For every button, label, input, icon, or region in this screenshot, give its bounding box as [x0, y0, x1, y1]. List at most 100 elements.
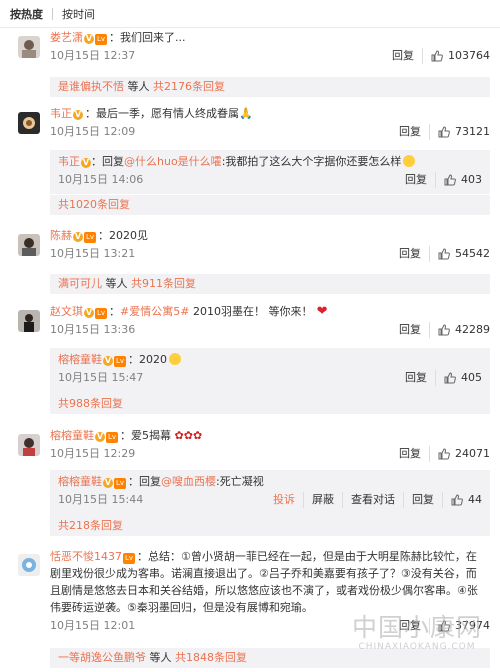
more-replies-link[interactable]: 是谁偏执不悟 等人 共2176条回复	[50, 77, 490, 97]
user-name[interactable]: 榕榕童鞋	[50, 429, 94, 442]
sort-bar: 按热度 按时间	[0, 0, 500, 28]
like-count: 44	[468, 493, 482, 506]
reply-button[interactable]: 回复	[391, 446, 429, 462]
verified-icon: V	[103, 478, 113, 488]
user-name[interactable]: 恬恶不悛1437	[50, 550, 122, 563]
verified-icon: V	[81, 158, 91, 168]
reply-time: 10月15日 15:47	[58, 371, 144, 384]
sort-time-tab[interactable]: 按时间	[62, 6, 104, 22]
verified-icon: V	[103, 356, 113, 366]
sort-hot-tab[interactable]: 按热度	[10, 6, 52, 22]
more-replies-link[interactable]: 共988条回复	[50, 394, 490, 414]
reply-button[interactable]: 回复	[403, 492, 442, 508]
reply-time: 10月15日 15:44	[58, 493, 144, 506]
avatar[interactable]	[18, 310, 40, 332]
view-conversation-button[interactable]: 查看对话	[342, 492, 403, 508]
user-name[interactable]: 榕榕童鞋	[58, 353, 102, 366]
level-badge: Lv	[95, 34, 108, 45]
thumbs-up-icon	[444, 174, 456, 186]
thumbs-up-icon	[438, 448, 450, 460]
more-replies-link[interactable]: 满可可儿 等人 共911条回复	[50, 274, 490, 294]
comment-time: 10月15日 12:29	[50, 447, 136, 460]
more-replies-link[interactable]: 共1020条回复	[50, 195, 490, 215]
reply-text: 2020	[139, 353, 168, 366]
like-button[interactable]: 37974	[429, 618, 490, 634]
reply-button[interactable]: 回复	[391, 618, 429, 634]
like-count: 403	[461, 173, 482, 186]
thumbs-up-icon	[438, 126, 450, 138]
comment-text: ：2020见	[98, 229, 149, 242]
reply-button[interactable]: 回复	[391, 124, 429, 140]
user-name[interactable]: 娄艺潇	[50, 31, 83, 44]
rose-icon: ✿✿✿	[171, 429, 203, 442]
thumbs-up-icon	[438, 248, 450, 260]
comment-text: ：我们回来了...	[109, 31, 186, 44]
laugh-emoji-icon	[169, 353, 182, 365]
avatar[interactable]	[18, 234, 40, 256]
comment-text: 2010羽墨在！ 等你来！	[189, 305, 313, 318]
reply-button[interactable]: 回复	[397, 370, 435, 386]
comment-text: ：爱5揭幕	[120, 429, 172, 442]
topic-link[interactable]: #爱情公寓5#	[120, 305, 189, 318]
like-button[interactable]: 405	[435, 370, 482, 386]
reply-button[interactable]: 回复	[397, 172, 435, 188]
reply-time: 10月15日 14:06	[58, 173, 144, 186]
reply-count[interactable]: 共218条回复	[58, 519, 123, 532]
like-count: 24071	[455, 447, 490, 460]
avatar[interactable]	[18, 36, 40, 58]
thumbs-up-icon	[444, 372, 456, 384]
reply-box: 榕榕童鞋 V Lv ：回复@嗖血西樱:死亡凝视 10月15日 15:44 投诉 屏蔽 …	[50, 470, 490, 516]
verified-icon: V	[84, 308, 94, 318]
reply-box: 韦正 V ：回复@什么huo是什么嚯:我都拍了这么大个字据你还要怎么样 10月15日…	[50, 150, 490, 194]
heart-icon: ❤	[312, 304, 328, 319]
like-button[interactable]: 42289	[429, 322, 490, 338]
user-name[interactable]: 韦正	[58, 155, 80, 168]
avatar[interactable]	[18, 554, 40, 576]
reply-author[interactable]: 是谁偏执不悟	[58, 80, 124, 93]
thumbs-up-icon	[451, 494, 463, 506]
like-button[interactable]: 103764	[422, 48, 490, 64]
more-replies-link[interactable]: 共218条回复	[50, 516, 490, 536]
like-button[interactable]: 24071	[429, 446, 490, 462]
verified-icon: V	[95, 432, 105, 442]
more-replies-link[interactable]: 一等胡逸公鱼鹏爷 等人 共1848条回复	[50, 648, 490, 668]
avatar[interactable]	[18, 434, 40, 456]
level-badge: Lv	[95, 308, 108, 319]
thumbs-up-icon	[431, 50, 443, 62]
sort-divider	[52, 7, 53, 20]
like-count: 54542	[455, 247, 490, 260]
mention-link[interactable]: @嗖血西樱	[161, 475, 216, 488]
reply-count[interactable]: 共911条回复	[131, 277, 196, 290]
reply-button[interactable]: 回复	[391, 322, 429, 338]
reply-count[interactable]: 共2176条回复	[153, 80, 225, 93]
reply-button[interactable]: 回复	[384, 48, 422, 64]
user-name[interactable]: 陈赫	[50, 229, 72, 242]
reply-button[interactable]: 回复	[391, 246, 429, 262]
reply-count[interactable]: 共988条回复	[58, 397, 123, 410]
reply-count[interactable]: 共1020条回复	[58, 198, 130, 211]
verified-icon: V	[84, 34, 94, 44]
reply-author[interactable]: 满可可儿	[58, 277, 102, 290]
like-button[interactable]: 54542	[429, 246, 490, 262]
mention-link[interactable]: @什么huo是什么嚯	[124, 155, 222, 168]
reply-box: 榕榕童鞋 V Lv ：2020 10月15日 15:47 回复 405	[50, 348, 490, 394]
reply-author[interactable]: 一等胡逸公鱼鹏爷	[58, 651, 146, 664]
like-button[interactable]: 73121	[429, 124, 490, 140]
avatar[interactable]	[18, 112, 40, 134]
reply-count[interactable]: 共1848条回复	[175, 651, 247, 664]
user-name[interactable]: 韦正	[50, 107, 72, 120]
laugh-emoji-icon	[403, 155, 416, 167]
level-badge: Lv	[84, 232, 97, 243]
comment-time: 10月15日 12:37	[50, 49, 136, 62]
thumbs-up-icon	[438, 324, 450, 336]
user-name[interactable]: 榕榕童鞋	[58, 475, 102, 488]
block-button[interactable]: 屏蔽	[303, 492, 342, 508]
report-button[interactable]: 投诉	[265, 492, 303, 508]
user-name[interactable]: 赵文琪	[50, 305, 83, 318]
verified-icon: V	[73, 232, 83, 242]
like-button[interactable]: 403	[435, 172, 482, 188]
thumbs-up-icon	[438, 620, 450, 632]
comment-time: 10月15日 13:21	[50, 247, 136, 260]
level-badge: Lv	[114, 478, 127, 489]
like-button[interactable]: 44	[442, 492, 482, 508]
